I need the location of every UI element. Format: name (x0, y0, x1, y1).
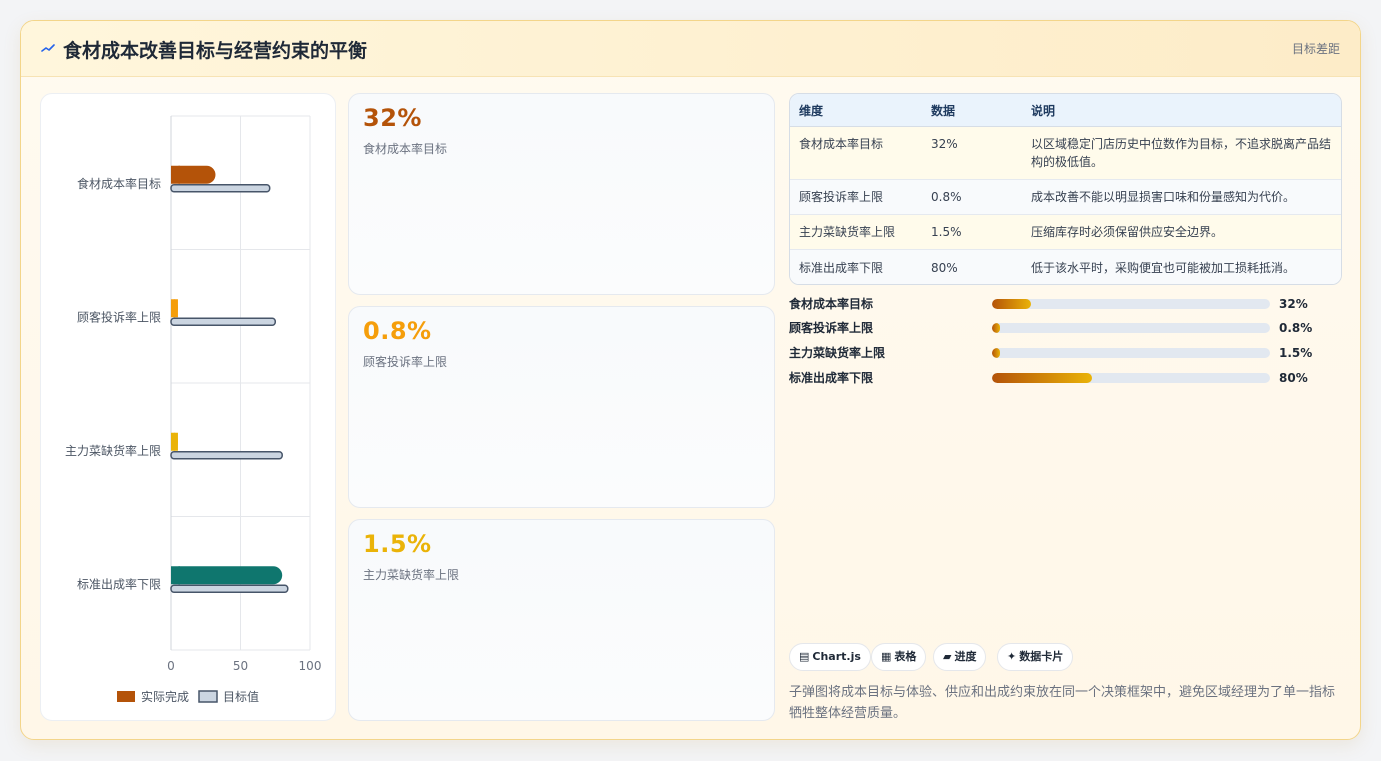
stat-value: 32% (363, 104, 422, 132)
legend-label-target: 目标值 (223, 689, 259, 704)
bullet-chart: 0 50 100 食材成本率目标顾客投诉率上限主力菜缺货率上限标准出成率下限实际完成 目… (65, 115, 322, 704)
table-icon: ▦ (881, 650, 892, 663)
table-cell: 0.8% (931, 190, 962, 204)
progress-label: 顾客投诉率上限 (789, 321, 874, 335)
progress-track (992, 348, 1270, 358)
table-header: 维度 数据 说明 (790, 94, 1341, 127)
table-cell: 成本改善不能以明显损害口味和份量感知为代价。 (1031, 190, 1296, 204)
column-header: 维度 (799, 104, 824, 118)
progress-track (992, 299, 1270, 309)
x-tick-label: 0 (167, 659, 175, 673)
stat-card-complaint-rate: 0.8% 顾客投诉率上限 (348, 306, 775, 508)
progress-label: 主力菜缺货率上限 (789, 346, 886, 360)
progress-fill (992, 299, 1031, 309)
progress-track (992, 323, 1270, 333)
y-category-label: 顾客投诉率上限 (77, 309, 161, 324)
tag-label: 数据卡片 (1019, 650, 1064, 663)
stat-label: 食材成本率目标 (363, 142, 448, 156)
sparkle-icon: ✦ (1007, 650, 1017, 663)
progress-label: 标准出成率下限 (789, 371, 874, 385)
chart-icon: ▤ (799, 650, 810, 663)
table-cell: 压缩库存时必须保留供应安全边界。 (1031, 225, 1224, 239)
progress-label: 食材成本率目标 (789, 297, 874, 311)
y-category-label: 食材成本率目标 (77, 176, 161, 191)
legend-swatch-actual (117, 691, 135, 702)
x-tick-label: 100 (299, 659, 322, 673)
progress-fill (992, 348, 1001, 358)
legend-label-actual: 实际完成 (141, 689, 189, 704)
table-cell: 低于该水平时，采购便宜也可能被加工损耗抵消。 (1031, 261, 1296, 275)
progress-fill (992, 373, 1093, 383)
progress-item-yield-rate: 标准出成率下限 80% (789, 369, 1342, 387)
actual-bar-base (171, 299, 178, 318)
progress-icon: ▰ (943, 650, 952, 663)
x-tick-label: 50 (233, 659, 248, 673)
table-row: 顾客投诉率上限 0.8% 成本改善不能以明显损害口味和份量感知为代价。 (790, 180, 1341, 215)
stat-card-stockout-rate: 1.5% 主力菜缺货率上限 (348, 519, 775, 721)
progress-value: 1.5% (1279, 346, 1313, 360)
table-cell: 标准出成率下限 (799, 261, 884, 275)
y-category-label: 主力菜缺货率上限 (65, 443, 161, 458)
table-cell: 1.5% (931, 225, 962, 239)
progress-fill (992, 323, 1001, 333)
table-row: 标准出成率下限 80% 低于该水平时，采购便宜也可能被加工损耗抵消。 (790, 250, 1341, 284)
tag-label: 进度 (954, 650, 977, 663)
target-bar (170, 317, 276, 326)
tag-chartjs[interactable]: ▤ Chart.js (789, 643, 871, 671)
tag-label: 表格 (894, 650, 917, 663)
progress-track (992, 373, 1270, 383)
table-cell: 80% (931, 261, 958, 275)
chart-footnote: 子弹图将成本目标与体验、供应和出成约束放在同一个决策框架中，避免区域经理为了单一… (789, 685, 1336, 721)
table-cell: 以区域稳定门店历史中位数作为目标，不追求脱离产品结构的极低值。 (1031, 137, 1332, 169)
progress-value: 80% (1279, 371, 1308, 385)
column-header: 数据 (931, 104, 956, 118)
stat-label: 顾客投诉率上限 (363, 355, 448, 369)
stat-value: 1.5% (363, 530, 432, 558)
bullet-chart-card: 0 50 100 食材成本率目标 顾客投诉率上限主力菜缺货率上限标准出成率下限实际完成 目… (40, 93, 336, 721)
constraint-table: 维度 数据 说明 食材成本率目标 32% 以区域稳定门店历史中位数作为目标，不追… (789, 93, 1342, 285)
progress-item-complaint-rate: 顾客投诉率上限 0.8% (789, 319, 1342, 337)
actual-bar-base (171, 566, 180, 585)
actual-bar-base (171, 432, 178, 451)
stat-value: 0.8% (363, 317, 432, 345)
tag-data-card[interactable]: ✦ 数据卡片 (997, 643, 1074, 671)
y-category-label: 标准出成率下限 (77, 576, 161, 591)
main-panel: 食材成本改善目标与经营约束的平衡 目标差距 0 50 100 食材成本率目标 顾客投诉率… (20, 20, 1361, 740)
table-cell: 32% (931, 137, 958, 151)
table-row: 主力菜缺货率上限 1.5% 压缩库存时必须保留供应安全边界。 (790, 215, 1341, 250)
stat-card-cost-rate: 32% 食材成本率目标 (348, 93, 775, 295)
actual-bar (171, 566, 283, 585)
target-bar (170, 451, 283, 460)
table-cell: 主力菜缺货率上限 (799, 225, 896, 239)
target-bar (170, 584, 289, 593)
progress-value: 32% (1279, 297, 1308, 311)
column-header: 说明 (1031, 104, 1056, 118)
progress-item-cost-rate: 食材成本率目标 32% (789, 295, 1342, 313)
tag-progress[interactable]: ▰ 进度 (933, 643, 987, 671)
actual-bar-base (171, 165, 180, 184)
progress-item-stockout-rate: 主力菜缺货率上限 1.5% (789, 344, 1342, 362)
stat-label: 主力菜缺货率上限 (363, 568, 460, 582)
page-title: 食材成本改善目标与经营约束的平衡 (63, 40, 368, 62)
panel-header: 食材成本改善目标与经营约束的平衡 目标差距 (21, 21, 1360, 77)
tag-table[interactable]: ▦ 表格 (871, 643, 927, 671)
table-cell: 食材成本率目标 (799, 137, 884, 151)
tag-label: Chart.js (812, 650, 861, 663)
target-bar (170, 184, 271, 193)
trend-icon (41, 44, 55, 52)
table-cell: 顾客投诉率上限 (799, 190, 884, 204)
legend-swatch-target (198, 690, 218, 703)
progress-value: 0.8% (1279, 321, 1313, 335)
gap-tag[interactable]: 目标差距 (1292, 40, 1340, 57)
table-row: 食材成本率目标 32% 以区域稳定门店历史中位数作为目标，不追求脱离产品结构的极… (790, 127, 1341, 180)
